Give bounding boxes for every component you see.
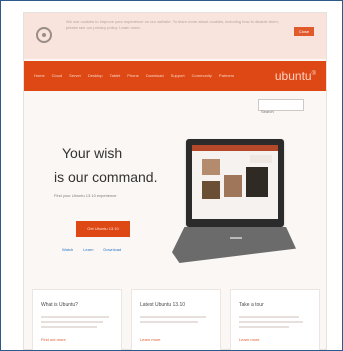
notice-text: We use cookies to improve your experienc… xyxy=(66,19,279,30)
text-line xyxy=(140,321,198,323)
hero-headline-line1: Your wish xyxy=(62,145,123,161)
nav-item[interactable]: Cloud xyxy=(52,73,62,78)
nav-item[interactable]: Tablet xyxy=(110,73,121,78)
cookie-notice: We use cookies to improve your experienc… xyxy=(24,13,326,59)
feature-title: What is Ubuntu? xyxy=(41,302,78,308)
desktop-pane xyxy=(250,155,272,163)
nav-item[interactable]: Home xyxy=(34,73,45,78)
feature-columns: What is Ubuntu? Find out more Latest Ubu… xyxy=(24,289,326,350)
photo-thumbnail xyxy=(202,159,220,175)
photo-thumbnail xyxy=(246,167,268,197)
nav-item[interactable]: Desktop xyxy=(88,73,103,78)
photo-thumbnail xyxy=(224,175,242,197)
feature-title: Latest Ubuntu 13.10 xyxy=(140,302,186,308)
feature-title: Take a tour xyxy=(239,302,264,308)
top-navigation: Home Cloud Server Desktop Tablet Phone D… xyxy=(24,61,326,91)
nav-item[interactable]: Community xyxy=(192,73,212,78)
feature-card: What is Ubuntu? Find out more xyxy=(32,289,122,350)
text-line xyxy=(41,326,97,328)
laptop-image xyxy=(172,139,312,267)
nav-item[interactable]: Phone xyxy=(127,73,139,78)
laptop-screen xyxy=(186,139,284,227)
brand-text: ubuntu xyxy=(274,69,312,83)
ubuntu-logo[interactable]: ubuntu® xyxy=(275,69,316,83)
text-line xyxy=(239,316,299,318)
laptop-base xyxy=(172,227,296,263)
text-line xyxy=(239,321,303,323)
laptop-logo xyxy=(230,237,242,239)
text-line xyxy=(239,326,289,328)
search-box xyxy=(258,99,307,117)
photo-thumbnail xyxy=(202,181,220,199)
hero-links: Watch Learn Download xyxy=(62,247,121,252)
ubuntu-desktop-screenshot xyxy=(192,145,278,219)
nav-item[interactable]: Partners xyxy=(219,73,234,78)
text-line xyxy=(41,321,103,323)
hero-section: Your wish is our command. Find your Ubun… xyxy=(24,111,326,281)
nav-item[interactable]: Download xyxy=(146,73,164,78)
brand-mark: ® xyxy=(311,71,316,77)
hero-link[interactable]: Learn xyxy=(83,247,93,252)
text-line xyxy=(41,316,109,318)
hero-link[interactable]: Watch xyxy=(62,247,73,252)
feature-card: Latest Ubuntu 13.10 Learn more xyxy=(131,289,221,350)
hero-headline-line2: is our command. xyxy=(54,169,158,185)
nav-item[interactable]: Support xyxy=(171,73,185,78)
nav-item[interactable]: Server xyxy=(69,73,81,78)
feature-more-link[interactable]: Learn more xyxy=(239,337,259,342)
ubuntu-circle-icon xyxy=(36,27,52,43)
feature-more-link[interactable]: Find out more xyxy=(41,337,66,342)
text-line xyxy=(140,316,206,318)
ubuntu-homepage: We use cookies to improve your experienc… xyxy=(23,12,327,350)
feature-card: Take a tour Learn more xyxy=(230,289,320,350)
hero-subtext: Find your Ubuntu 13.10 experience xyxy=(54,193,117,198)
feature-more-link[interactable]: Learn more xyxy=(140,337,160,342)
nav-items: Home Cloud Server Desktop Tablet Phone D… xyxy=(34,73,234,78)
get-ubuntu-button[interactable]: Get Ubuntu 13.10 xyxy=(76,221,130,237)
hero-link[interactable]: Download xyxy=(103,247,121,252)
desktop-topbar xyxy=(192,145,278,151)
browser-frame: We use cookies to improve your experienc… xyxy=(0,0,343,351)
notice-close-button[interactable]: Close xyxy=(294,27,314,36)
